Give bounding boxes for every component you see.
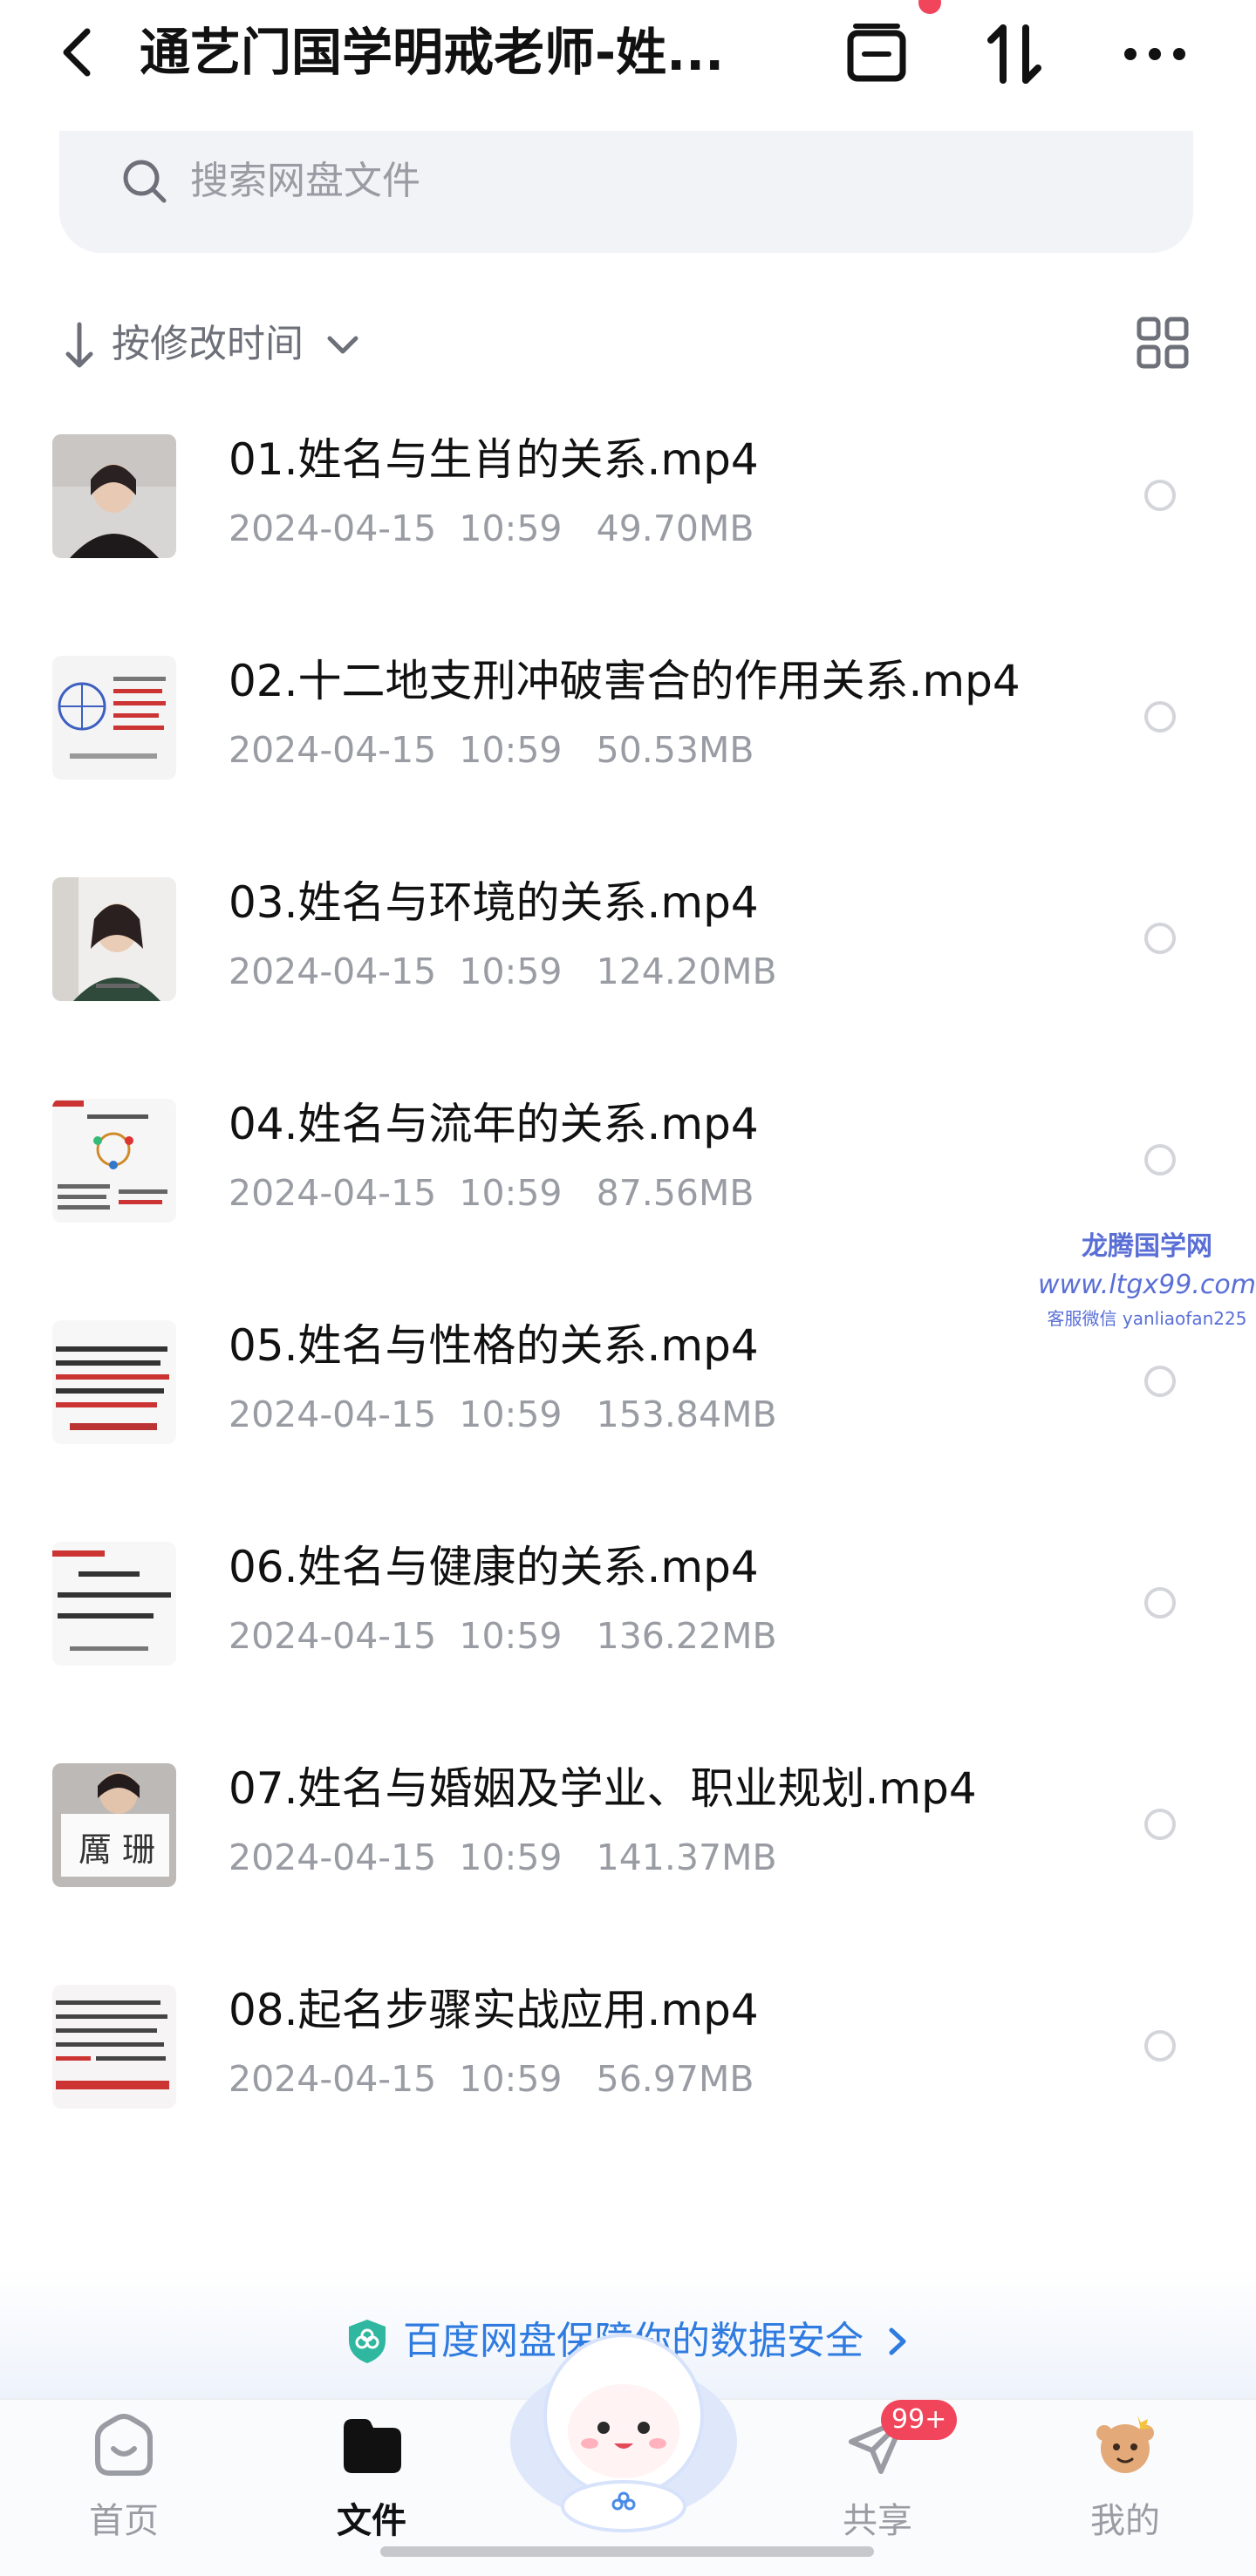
file-meta: 2024-04-15 10:59 136.22MB: [229, 1615, 777, 1657]
grid-view-button[interactable]: [1136, 316, 1190, 370]
watermark-title: 龙腾国学网: [1082, 1231, 1212, 1262]
file-name: 02.十二地支刑冲破害合的作用关系.mp4: [229, 656, 1020, 706]
select-checkbox[interactable]: [1144, 1809, 1176, 1840]
file-meta: 2024-04-15 10:59 49.70MB: [229, 508, 754, 549]
watermark-url: www.ltgx99.com: [1038, 1270, 1256, 1300]
sort-transfer-button[interactable]: [980, 19, 1050, 89]
video-thumbnail: [52, 656, 176, 780]
sort-transfer-icon: [987, 24, 1041, 84]
tab-label: 首页: [89, 2501, 159, 2541]
avatar-icon: [1096, 2416, 1154, 2473]
file-name: 03.姓名与环境的关系.mp4: [229, 877, 759, 928]
mascot-icon: [510, 2334, 737, 2532]
file-row[interactable]: 01.姓名与生肖的关系.mp4 2024-04-15 10:59 49.70MB: [0, 410, 1256, 631]
video-thumbnail: [52, 1985, 176, 2109]
tab-home[interactable]: 首页: [37, 2400, 211, 2576]
sort-label: 按修改时间: [112, 322, 304, 366]
tab-label: 我的: [1090, 2501, 1160, 2541]
folder-icon: [344, 2419, 401, 2473]
transfer-list-button[interactable]: [842, 19, 911, 89]
file-row[interactable]: 02.十二地支刑冲破害合的作用关系.mp4 2024-04-15 10:59 5…: [0, 631, 1256, 853]
select-checkbox[interactable]: [1144, 1587, 1176, 1619]
svg-text:厲 珊: 厲 珊: [78, 1830, 155, 1869]
notification-dot: [918, 0, 941, 14]
tab-label: 共享: [843, 2501, 912, 2541]
file-name: 08.起名步骤实战应用.mp4: [229, 1985, 759, 2035]
file-meta: 2024-04-15 10:59 87.56MB: [229, 1172, 754, 1214]
select-checkbox[interactable]: [1144, 1144, 1176, 1176]
video-thumbnail: [52, 1320, 176, 1444]
select-checkbox[interactable]: [1144, 923, 1176, 954]
notification-badge: 99+: [881, 2400, 958, 2440]
file-name: 07.姓名与婚姻及学业、职业规划.mp4: [229, 1763, 977, 1814]
tab-label: 文件: [337, 2501, 406, 2541]
file-row[interactable]: 厲 珊 07.姓名与婚姻及学业、职业规划.mp4 2024-04-15 10:5…: [0, 1739, 1256, 1960]
back-button[interactable]: [52, 24, 105, 80]
page-title: 通艺门国学明戒老师-姓...: [140, 23, 725, 82]
mascot-assistant-button[interactable]: [506, 2320, 741, 2538]
file-name: 06.姓名与健康的关系.mp4: [229, 1542, 759, 1592]
video-thumbnail: [52, 434, 176, 558]
select-checkbox[interactable]: [1144, 480, 1176, 511]
header: 通艺门国学明戒老师-姓...: [0, 0, 1256, 113]
home-indicator: [380, 2546, 874, 2557]
file-name: 05.姓名与性格的关系.mp4: [229, 1320, 759, 1371]
tab-mine[interactable]: 我的: [1038, 2400, 1212, 2576]
shield-icon: [349, 2320, 386, 2363]
transfer-box-icon: [847, 24, 906, 82]
more-button[interactable]: [1120, 19, 1190, 89]
search-bar[interactable]: 搜索网盘文件: [59, 131, 1193, 253]
chevron-right-icon: [889, 2327, 906, 2355]
video-thumbnail: 厲 珊: [52, 1763, 176, 1887]
back-icon: [63, 28, 91, 77]
search-placeholder: 搜索网盘文件: [190, 159, 420, 203]
file-row[interactable]: 06.姓名与健康的关系.mp4 2024-04-15 10:59 136.22M…: [0, 1517, 1256, 1739]
home-icon: [95, 2414, 153, 2476]
chevron-down-icon: [327, 336, 358, 354]
file-meta: 2024-04-15 10:59 141.37MB: [229, 1837, 777, 1878]
video-thumbnail: [52, 877, 176, 1001]
grid-view-icon: [1137, 317, 1189, 369]
file-name: 04.姓名与流年的关系.mp4: [229, 1099, 759, 1149]
file-meta: 2024-04-15 10:59 124.20MB: [229, 951, 777, 992]
file-name: 01.姓名与生肖的关系.mp4: [229, 434, 759, 485]
watermark: 龙腾国学网 www.ltgx99.com 客服微信 yanliaofan225: [1038, 1228, 1256, 1332]
file-row[interactable]: 03.姓名与环境的关系.mp4 2024-04-15 10:59 124.20M…: [0, 853, 1256, 1074]
video-thumbnail: [52, 1542, 176, 1666]
select-checkbox[interactable]: [1144, 2030, 1176, 2061]
select-checkbox[interactable]: [1144, 1366, 1176, 1397]
file-meta: 2024-04-15 10:59 56.97MB: [229, 2058, 754, 2100]
select-checkbox[interactable]: [1144, 701, 1176, 733]
file-meta: 2024-04-15 10:59 153.84MB: [229, 1394, 777, 1435]
watermark-contact: 客服微信 yanliaofan225: [1047, 1308, 1247, 1329]
search-icon: [123, 160, 167, 203]
arrow-down-icon: [65, 322, 93, 368]
video-thumbnail: [52, 1099, 176, 1223]
file-row[interactable]: 08.起名步骤实战应用.mp4 2024-04-15 10:59 56.97MB: [0, 1960, 1256, 2182]
sort-dropdown[interactable]: 按修改时间: [61, 314, 375, 375]
more-icon: [1124, 48, 1185, 60]
file-meta: 2024-04-15 10:59 50.53MB: [229, 729, 754, 771]
